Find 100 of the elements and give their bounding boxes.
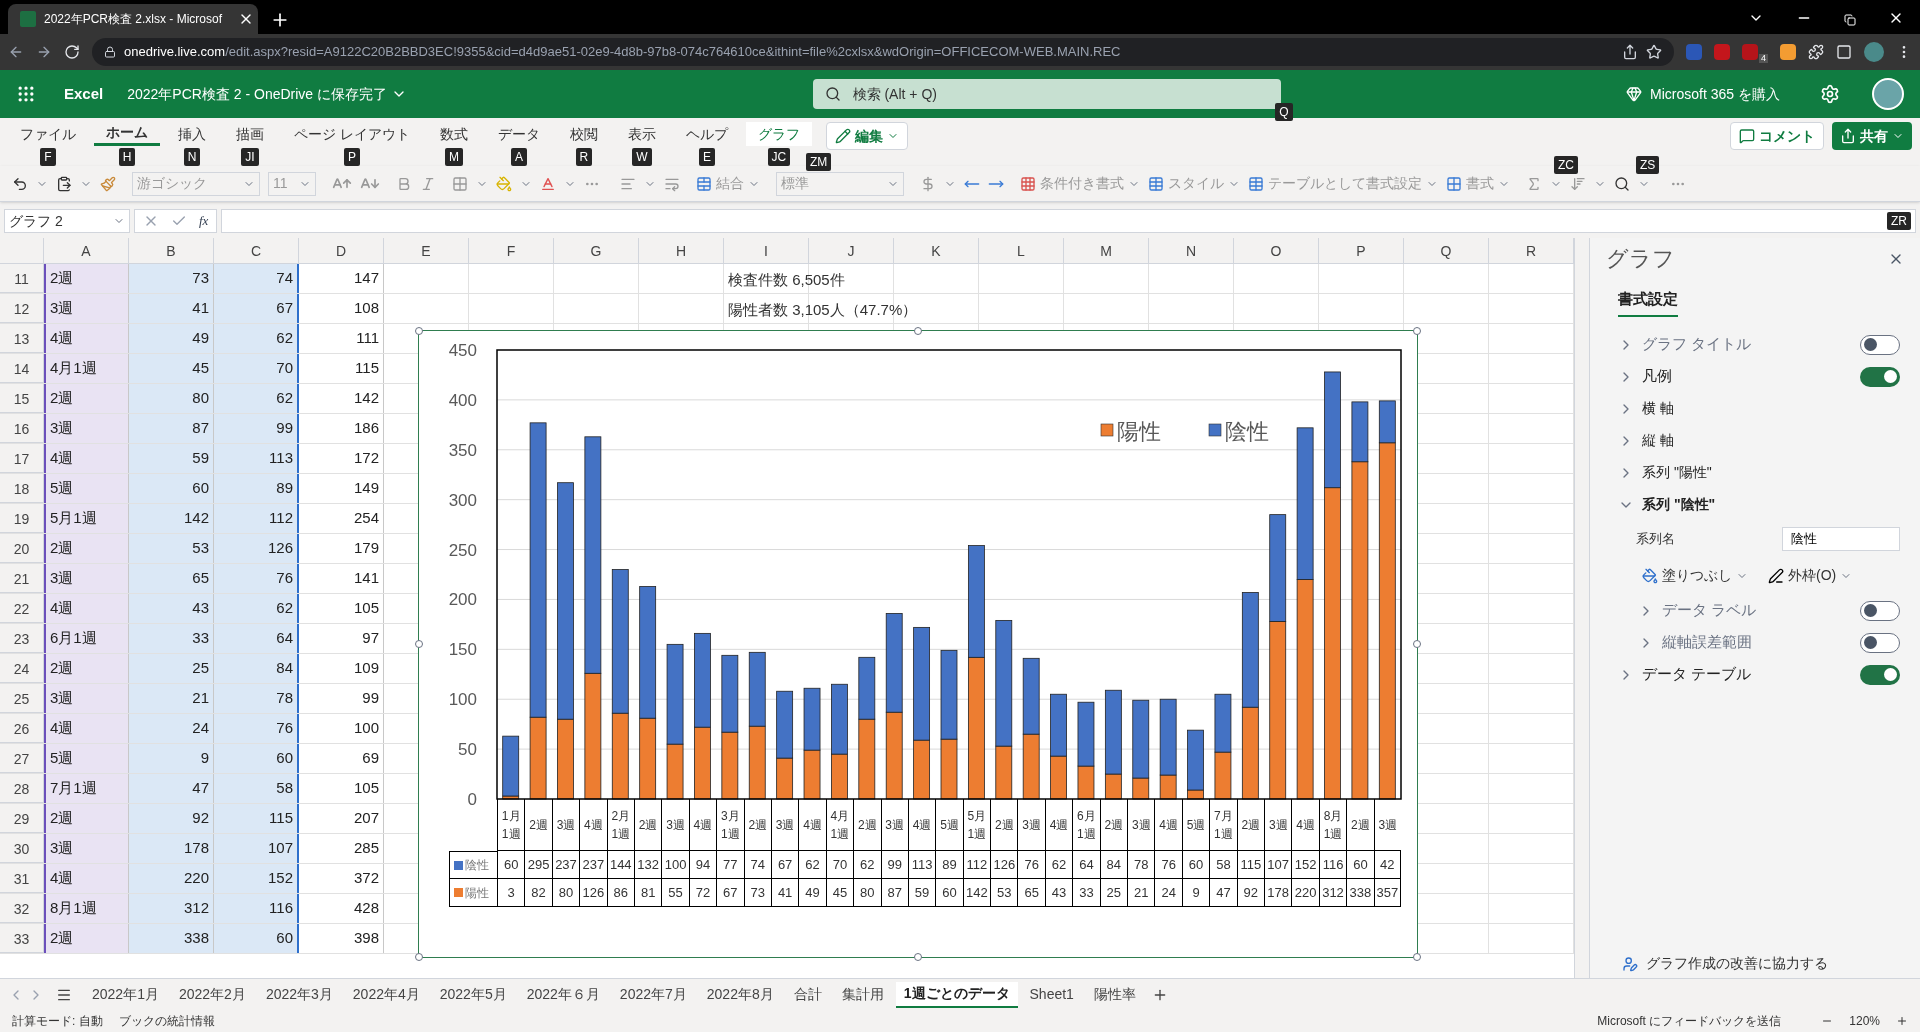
category-label: 5週 (935, 799, 963, 851)
category-label: 4週 (907, 799, 936, 851)
category-label: 4週 (1154, 799, 1182, 851)
category-label: 2週 (1236, 799, 1264, 851)
table-cell: 59 (907, 879, 936, 907)
table-cell: 62 (853, 851, 881, 879)
y-axis-label: 50 (458, 740, 477, 760)
table-cell: 113 (907, 851, 936, 879)
table-cell: 53 (990, 879, 1018, 907)
category-label: 2週 (853, 799, 881, 851)
table-cell: 47 (1209, 879, 1237, 907)
table-cell: 70 (825, 851, 854, 879)
table-cell: 24 (1154, 879, 1182, 907)
extension-badge: 4 (1759, 54, 1768, 63)
table-cell: 49 (798, 879, 826, 907)
table-cell: 80 (551, 879, 580, 907)
table-cell: 62 (1044, 851, 1073, 879)
category-label: 3週 (770, 799, 799, 851)
category-label: 4月1週 (825, 799, 854, 851)
table-cell: 92 (1236, 879, 1264, 907)
category-label: 2週 (990, 799, 1018, 851)
table-cell: 76 (1017, 851, 1045, 879)
cell-note: 陽性者数 3,105人（47.7%） (728, 300, 918, 320)
category-label: 8月1週 (1318, 799, 1347, 851)
table-cell: 73 (743, 879, 771, 907)
table-cell: 9 (1181, 879, 1210, 907)
table-cell: 357 (1373, 879, 1401, 907)
table-cell: 295 (524, 851, 552, 879)
table-cell: 112 (962, 851, 991, 879)
category-label: 4週 (1044, 799, 1073, 851)
category-label: 1月1週 (497, 799, 525, 851)
table-cell: 41 (770, 879, 799, 907)
field-label: 系列名 (1636, 529, 1676, 548)
table-cell: 77 (716, 851, 744, 879)
table-cell: 60 (1181, 851, 1210, 879)
table-cell: 99 (880, 851, 908, 879)
table-cell: 126 (579, 879, 607, 907)
keytip-label: ZS (1636, 155, 1660, 174)
table-cell: 80 (853, 879, 881, 907)
category-label: 4週 (798, 799, 826, 851)
table-cell: 94 (688, 851, 717, 879)
table-cell: 178 (1264, 879, 1292, 907)
category-label: 5週 (1181, 799, 1210, 851)
category-label: 3週 (551, 799, 580, 851)
category-label: 4週 (1291, 799, 1319, 851)
y-axis-label: 0 (467, 790, 477, 809)
keytip-label: ZR (1887, 212, 1911, 230)
table-cell: 72 (688, 879, 717, 907)
category-label: 3週 (1017, 799, 1045, 851)
legend-label: 陽性 (1117, 419, 1161, 444)
y-axis-label: 400 (448, 390, 477, 410)
keytip-label: E (698, 148, 715, 166)
y-axis-label: 250 (448, 540, 477, 560)
table-cell: 74 (743, 851, 771, 879)
table-cell: 100 (661, 851, 689, 879)
table-cell: 60 (935, 879, 963, 907)
y-axis-label: 100 (448, 690, 477, 710)
category-label: 3週 (1373, 799, 1401, 851)
category-label: 3月1週 (716, 799, 744, 851)
category-label: 2週 (633, 799, 662, 851)
category-label: 3週 (880, 799, 908, 851)
table-cell: 89 (935, 851, 963, 879)
pane-title: グラフ (1606, 245, 1675, 273)
keytip-label: JI (241, 148, 259, 166)
table-cell: 116 (1318, 851, 1347, 879)
table-cell: 237 (579, 851, 607, 879)
legend-label: 陰性 (1225, 419, 1269, 444)
table-cell: 220 (1291, 879, 1319, 907)
table-cell: 78 (1127, 851, 1155, 879)
keytip-label: Q (1275, 103, 1293, 121)
table-cell: 58 (1209, 851, 1237, 879)
y-axis-label: 200 (448, 590, 477, 610)
keytip-label: M (444, 148, 463, 166)
table-cell: 60 (1346, 851, 1374, 879)
keytip-label: A (510, 148, 527, 166)
y-axis-label: 150 (448, 640, 477, 660)
y-axis-label: 350 (448, 440, 477, 460)
category-label: 3週 (1127, 799, 1155, 851)
table-cell: 86 (606, 879, 634, 907)
category-label: 5月1週 (962, 799, 991, 851)
table-cell: 82 (524, 879, 552, 907)
table-cell: 84 (1099, 851, 1128, 879)
table-cell: 67 (770, 851, 799, 879)
table-cell: 33 (1072, 879, 1100, 907)
table-cell: 107 (1264, 851, 1292, 879)
table-cell: 60 (497, 851, 525, 879)
cell-note: 検査件数 6,505件 (728, 270, 845, 290)
keytip-label: N (183, 148, 201, 166)
table-cell: 45 (825, 879, 854, 907)
row-label: 陽性 (465, 884, 489, 902)
keytip-label: F (40, 148, 56, 166)
table-cell: 65 (1017, 879, 1045, 907)
table-cell: 64 (1072, 851, 1100, 879)
table-cell: 338 (1346, 879, 1374, 907)
table-cell: 43 (1044, 879, 1073, 907)
tab-title: 2022年PCR検査 2.xlsx - Microsof (44, 11, 223, 28)
category-label: 4週 (579, 799, 607, 851)
category-label: 3週 (661, 799, 689, 851)
table-cell: 237 (551, 851, 580, 879)
category-label: 6月1週 (1072, 799, 1100, 851)
